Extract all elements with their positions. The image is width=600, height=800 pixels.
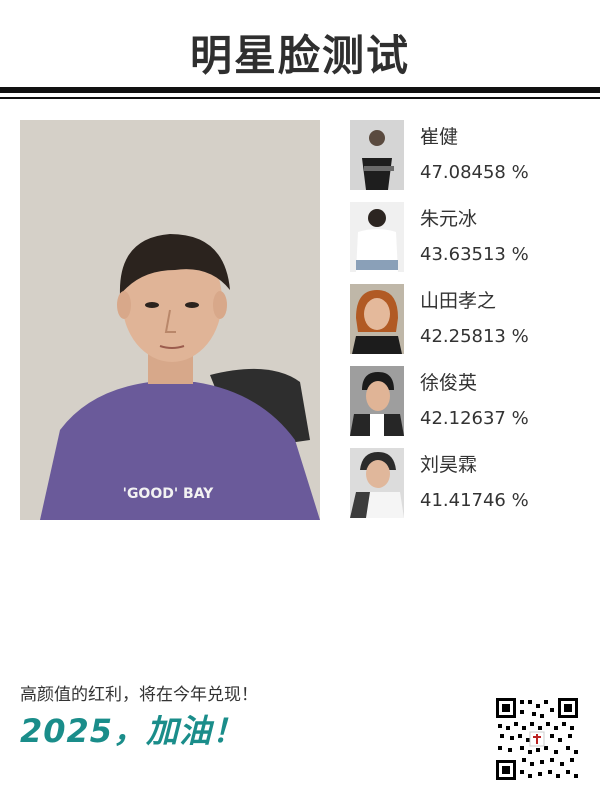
celebrity-thumbnail [350, 120, 404, 190]
title-divider-thick [0, 87, 600, 93]
celebrity-name: 山田孝之 [420, 290, 497, 312]
celebrity-thumbnail [350, 366, 404, 436]
match-item: 崔健 47.08458 % [350, 120, 580, 202]
similarity-score: 47.08458 % [420, 162, 529, 183]
similarity-score: 42.25813 % [420, 326, 529, 347]
celebrity-name: 刘昊霖 [420, 454, 478, 476]
match-item: 朱元冰 43.63513 % [350, 202, 580, 284]
match-item: 徐俊英 42.12637 % [350, 366, 580, 448]
user-photo: 'GOOD' BAY [20, 120, 320, 520]
celebrity-name: 崔健 [420, 126, 459, 148]
celebrity-name: 朱元冰 [420, 208, 478, 230]
match-item: 山田孝之 42.25813 % [350, 284, 580, 366]
footer-caption: 高颜值的红利，将在今年兑现！ [20, 685, 258, 705]
similarity-score: 42.12637 % [420, 408, 529, 429]
qr-code [494, 696, 580, 782]
page-title: 明星脸测试 [189, 31, 410, 80]
celebrity-thumbnail [350, 284, 404, 354]
title-divider-thin [0, 97, 600, 99]
celebrity-thumbnail [350, 202, 404, 272]
shirt-text: 'GOOD' BAY [123, 486, 215, 502]
celebrity-name: 徐俊英 [420, 372, 478, 394]
similarity-score: 43.63513 % [420, 244, 529, 265]
similarity-score: 41.41746 % [420, 490, 529, 511]
footer-slogan: 2025，加油！ [20, 712, 246, 750]
match-list: 崔健 47.08458 % 朱元冰 43.63513 % 山田孝之 42.258… [350, 120, 580, 530]
celebrity-thumbnail [350, 448, 404, 518]
match-item: 刘昊霖 41.41746 % [350, 448, 580, 530]
